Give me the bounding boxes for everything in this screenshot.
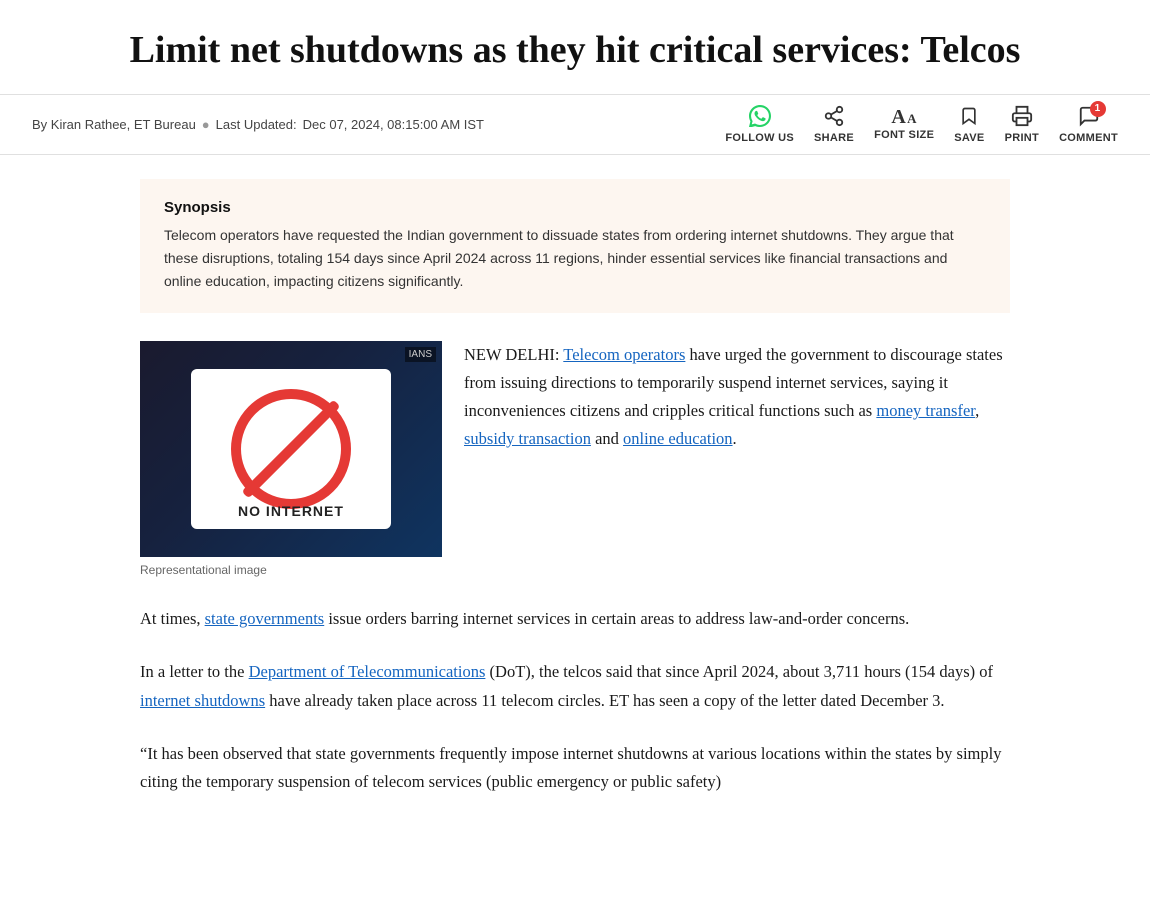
no-internet-sign: [231, 389, 351, 509]
comment-button[interactable]: 1 COMMENT: [1059, 105, 1118, 144]
article-image-wrap: NO INTERNET IANS Representational image: [140, 341, 442, 577]
follow-us-label: FOLLOW US: [725, 132, 794, 144]
last-updated-label: Last Updated:: [216, 117, 297, 132]
content-area: Synopsis Telecom operators have requeste…: [140, 155, 1010, 862]
article-body: At times, state governments issue orders…: [140, 605, 1010, 797]
save-label: SAVE: [954, 132, 984, 144]
comment-icon: 1: [1078, 105, 1100, 130]
article-image: NO INTERNET IANS: [140, 341, 442, 557]
font-size-button[interactable]: AA FONT SIZE: [874, 107, 934, 141]
paragraph4: “It has been observed that state governm…: [140, 740, 1010, 798]
internet-shutdowns-link[interactable]: internet shutdowns: [140, 691, 265, 710]
save-button[interactable]: SAVE: [954, 105, 984, 144]
synopsis-box: Synopsis Telecom operators have requeste…: [140, 179, 1010, 313]
article-title: Limit net shutdowns as they hit critical…: [80, 28, 1070, 74]
synopsis-heading: Synopsis: [164, 199, 986, 216]
article-byline: By Kiran Rathee, ET Bureau ● Last Update…: [32, 117, 484, 132]
comment-label: COMMENT: [1059, 132, 1118, 144]
image-source-label: IANS: [405, 347, 436, 362]
dot-link[interactable]: Department of Telecommunications: [249, 662, 486, 681]
synopsis-text: Telecom operators have requested the Ind…: [164, 224, 986, 293]
p3-before: In a letter to the: [140, 662, 249, 681]
whatsapp-icon: [749, 105, 771, 130]
phone-display: NO INTERNET: [191, 369, 391, 529]
meta-bar: By Kiran Rathee, ET Bureau ● Last Update…: [0, 95, 1150, 155]
image-text-block: NO INTERNET IANS Representational image …: [140, 341, 1010, 577]
share-label: SHARE: [814, 132, 854, 144]
print-button[interactable]: PRINT: [1005, 105, 1040, 144]
print-label: PRINT: [1005, 132, 1040, 144]
paragraph1-before-link1: NEW DELHI:: [464, 345, 563, 364]
image-caption: Representational image: [140, 563, 442, 577]
money-transfer-link[interactable]: money transfer: [876, 401, 975, 420]
follow-us-button[interactable]: FOLLOW US: [725, 105, 794, 144]
share-icon: [823, 105, 845, 130]
toolbar-actions: FOLLOW US SHARE AA FONT SIZE: [725, 105, 1118, 144]
last-updated-date: Dec 07, 2024, 08:15:00 AM IST: [303, 117, 484, 132]
telecom-operators-link[interactable]: Telecom operators: [563, 345, 685, 364]
paragraph3: In a letter to the Department of Telecom…: [140, 658, 1010, 716]
save-icon: [959, 105, 979, 130]
state-governments-link[interactable]: state governments: [205, 609, 325, 628]
font-size-label: FONT SIZE: [874, 129, 934, 141]
comment-count-badge: 1: [1090, 101, 1106, 117]
first-paragraph: NEW DELHI: Telecom operators have urged …: [464, 341, 1010, 453]
p3-middle: (DoT), the telcos said that since April …: [485, 662, 993, 681]
separator: ●: [202, 117, 210, 132]
subsidy-transaction-link[interactable]: subsidy transaction: [464, 429, 591, 448]
font-size-icon: AA: [891, 107, 916, 127]
p3-after: have already taken place across 11 telec…: [265, 691, 944, 710]
p4-text: “It has been observed that state governm…: [140, 744, 1001, 792]
online-education-link1[interactable]: online education: [623, 429, 733, 448]
share-button[interactable]: SHARE: [814, 105, 854, 144]
and-sep: and: [591, 429, 623, 448]
no-internet-label: NO INTERNET: [238, 503, 344, 519]
p2-after: issue orders barring internet services i…: [324, 609, 909, 628]
p2-before: At times,: [140, 609, 205, 628]
author-text: By Kiran Rathee, ET Bureau: [32, 117, 196, 132]
period1: .: [733, 429, 737, 448]
article-header: Limit net shutdowns as they hit critical…: [0, 0, 1150, 95]
print-icon: [1011, 105, 1033, 130]
comma-sep: ,: [975, 401, 979, 420]
paragraph2: At times, state governments issue orders…: [140, 605, 1010, 634]
